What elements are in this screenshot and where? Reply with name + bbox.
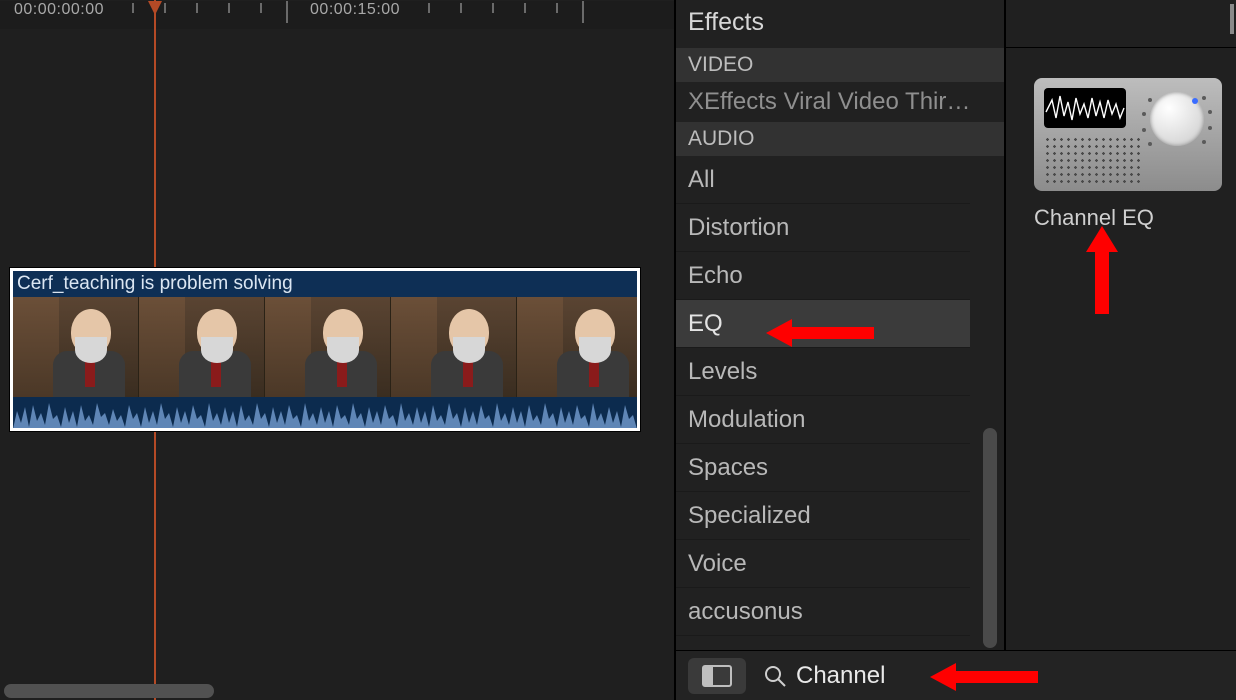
waveform-icon (1044, 88, 1126, 128)
preview-toolbar (1006, 0, 1236, 48)
timeline-clip[interactable]: Cerf_teaching is problem solving (10, 268, 640, 431)
effects-category-eq[interactable]: EQ (676, 300, 970, 348)
effects-category-list: All Distortion Echo EQ Levels Modulation… (676, 156, 970, 636)
effects-category-echo[interactable]: Echo (676, 252, 970, 300)
timeline-panel[interactable]: 00:00:00:00 00:00:15:00 Cerf_teaching is… (0, 0, 676, 700)
timecode-1: 00:00:15:00 (310, 1, 400, 19)
panel-edge (1230, 4, 1234, 34)
effects-panel: Effects VIDEO XEffects Viral Video Thir…… (676, 0, 1006, 700)
clip-title: Cerf_teaching is problem solving (13, 271, 637, 297)
clip-audio-waveform (13, 397, 637, 429)
effects-category-all[interactable]: All (676, 156, 970, 204)
effects-category-modulation[interactable]: Modulation (676, 396, 970, 444)
effects-video-item[interactable]: XEffects Viral Video Thir… (676, 82, 1004, 122)
effects-preview-panel: Channel EQ Channel (1006, 0, 1236, 700)
effects-scrollbar[interactable] (983, 428, 997, 648)
effects-category-specialized[interactable]: Specialized (676, 492, 970, 540)
effect-preview[interactable]: Channel EQ (1034, 78, 1222, 231)
effects-bottom-bar: Channel (676, 650, 1236, 700)
layout-toggle-button[interactable] (688, 658, 746, 694)
effects-group-audio: AUDIO (676, 122, 1004, 156)
effect-thumbnail[interactable] (1034, 78, 1222, 191)
annotation-arrow-preview (1082, 226, 1122, 314)
clip-thumbnails (13, 297, 637, 397)
effects-category-accusonus[interactable]: accusonus (676, 588, 970, 636)
effects-category-voice[interactable]: Voice (676, 540, 970, 588)
effects-search-field[interactable]: Channel (764, 662, 1224, 690)
effect-name: Channel EQ (1034, 205, 1222, 231)
effects-panel-title: Effects (676, 0, 1004, 48)
knob-icon (1150, 92, 1204, 146)
layout-icon (702, 665, 732, 687)
timeline-ruler[interactable]: 00:00:00:00 00:00:15:00 (0, 1, 674, 29)
timeline-horizontal-scrollbar[interactable] (4, 684, 214, 698)
search-value: Channel (796, 662, 885, 690)
effects-category-distortion[interactable]: Distortion (676, 204, 970, 252)
search-icon (764, 665, 786, 687)
timecode-0: 00:00:00:00 (14, 1, 104, 19)
effects-category-levels[interactable]: Levels (676, 348, 970, 396)
effects-category-spaces[interactable]: Spaces (676, 444, 970, 492)
effects-group-video: VIDEO (676, 48, 1004, 82)
